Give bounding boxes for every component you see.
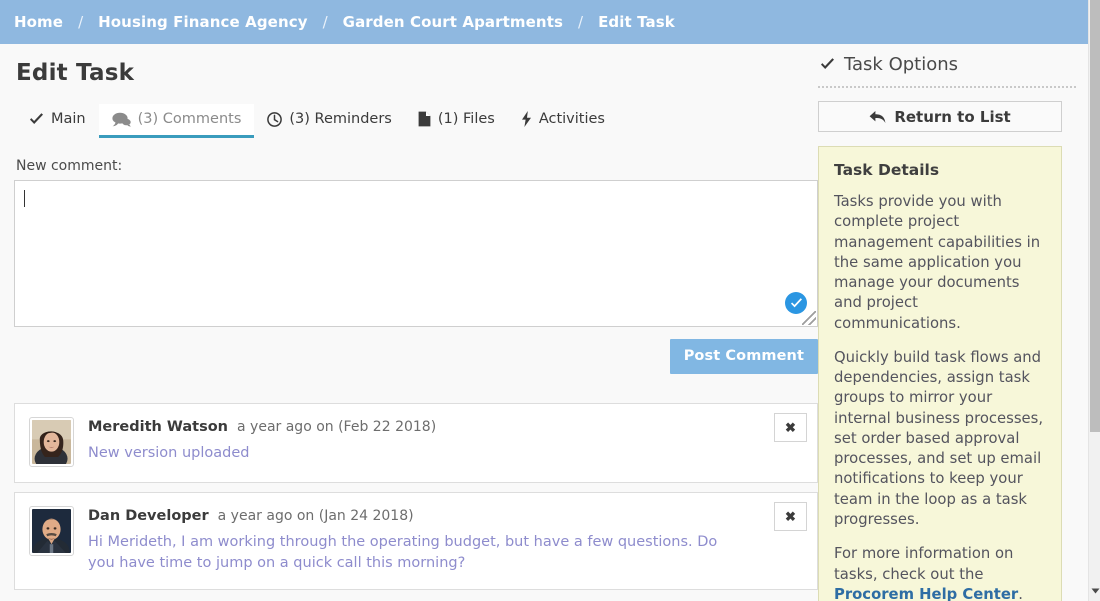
tab-reminders-label: (3) Reminders [289, 111, 392, 127]
comment-author: Meredith Watson [88, 419, 229, 435]
scrollbar-thumb[interactable] [1090, 0, 1100, 432]
tab-activities[interactable]: Activities [508, 104, 618, 138]
procorem-help-center-link[interactable]: Procorem Help Center [834, 586, 1018, 601]
breadcrumb-separator: / [322, 13, 328, 31]
comment-list: Meredith Watson a year ago on (Feb 22 20… [14, 403, 818, 591]
tab-main-label: Main [51, 111, 86, 127]
task-details-panel: Task Details Tasks provide you with comp… [818, 146, 1062, 601]
task-details-paragraph-3: For more information on tasks, check out… [834, 544, 1046, 601]
comment-header: Meredith Watson a year ago on (Feb 22 20… [88, 419, 803, 435]
app-root: Home / Housing Finance Agency / Garden C… [0, 0, 1100, 601]
tab-comments-label: (3) Comments [137, 111, 242, 127]
comment-body: Dan Developer a year ago on (Jan 24 2018… [88, 506, 803, 574]
post-comment-row: Post Comment [14, 339, 818, 374]
breadcrumb-item-home[interactable]: Home [14, 13, 63, 31]
vertical-scrollbar[interactable] [1088, 0, 1100, 601]
file-icon [418, 111, 431, 127]
tab-files-label: (1) Files [437, 111, 495, 127]
new-comment-input[interactable] [14, 180, 818, 327]
new-comment-wrapper: Post Comment [14, 180, 818, 374]
comment-author: Dan Developer [88, 508, 209, 524]
task-options-header: Task Options [818, 54, 1076, 75]
page-content: Edit Task Main (3) Comments (3) Reminder… [0, 44, 1088, 601]
divider [818, 86, 1076, 88]
task-details-paragraph-3-suffix: . [1018, 585, 1023, 601]
tab-activities-label: Activities [538, 111, 605, 127]
reply-arrow-icon [869, 110, 886, 124]
avatar-meredith-watson [29, 417, 74, 467]
avatar-dan-developer [29, 506, 74, 556]
breadcrumb-item-housing-finance-agency[interactable]: Housing Finance Agency [98, 13, 307, 31]
tab-main[interactable]: Main [16, 104, 99, 138]
main-column: Edit Task Main (3) Comments (3) Reminder… [0, 44, 818, 601]
text-caret [24, 190, 25, 207]
check-icon [820, 58, 835, 71]
comment-text: New version uploaded [88, 445, 250, 461]
tab-bar: Main (3) Comments (3) Reminders (1) File… [14, 104, 804, 138]
comment-item: Meredith Watson a year ago on (Feb 22 20… [14, 403, 818, 483]
task-details-paragraph-2: Quickly build task flows and dependencie… [834, 348, 1044, 528]
comment-text: Hi Merideth, I am working through the op… [88, 534, 718, 572]
new-comment-label: New comment: [16, 158, 123, 174]
tab-comments[interactable]: (3) Comments [98, 104, 255, 138]
page-title: Edit Task [16, 60, 135, 86]
breadcrumb-item-edit-task: Edit Task [598, 13, 675, 31]
delete-comment-button[interactable]: ✖ [774, 413, 807, 442]
bolt-icon [521, 111, 532, 127]
delete-comment-button[interactable]: ✖ [774, 502, 807, 531]
comments-icon [112, 112, 131, 127]
chevron-down-icon[interactable] [1089, 585, 1100, 597]
task-details-paragraph-1: Tasks provide you with complete project … [834, 193, 1041, 332]
comment-item: Dan Developer a year ago on (Jan 24 2018… [14, 492, 818, 591]
comment-timestamp: a year ago on (Jan 24 2018) [217, 508, 414, 524]
check-icon [29, 112, 44, 126]
task-details-paragraph-3-prefix: For more information on tasks, check out… [834, 545, 1014, 583]
breadcrumb-separator: / [578, 13, 584, 31]
comment-body: Meredith Watson a year ago on (Feb 22 20… [88, 417, 803, 467]
resize-handle[interactable] [802, 311, 816, 325]
tab-files[interactable]: (1) Files [405, 104, 508, 138]
breadcrumb-separator: / [78, 13, 84, 31]
task-details-title: Task Details [834, 161, 940, 179]
breadcrumb-item-garden-court-apartments[interactable]: Garden Court Apartments [343, 13, 563, 31]
comment-header: Dan Developer a year ago on (Jan 24 2018… [88, 508, 803, 524]
tab-reminders[interactable]: (3) Reminders [254, 104, 404, 138]
return-to-list-label: Return to List [894, 107, 1011, 126]
task-options-title: Task Options [844, 54, 959, 75]
task-options-sidebar: Task Options Return to List Task Details… [818, 44, 1076, 601]
breadcrumb: Home / Housing Finance Agency / Garden C… [0, 0, 1088, 44]
comment-timestamp: a year ago on (Feb 22 2018) [237, 419, 437, 435]
clock-icon [267, 111, 283, 127]
post-comment-button[interactable]: Post Comment [669, 339, 818, 374]
return-to-list-button[interactable]: Return to List [818, 101, 1062, 132]
